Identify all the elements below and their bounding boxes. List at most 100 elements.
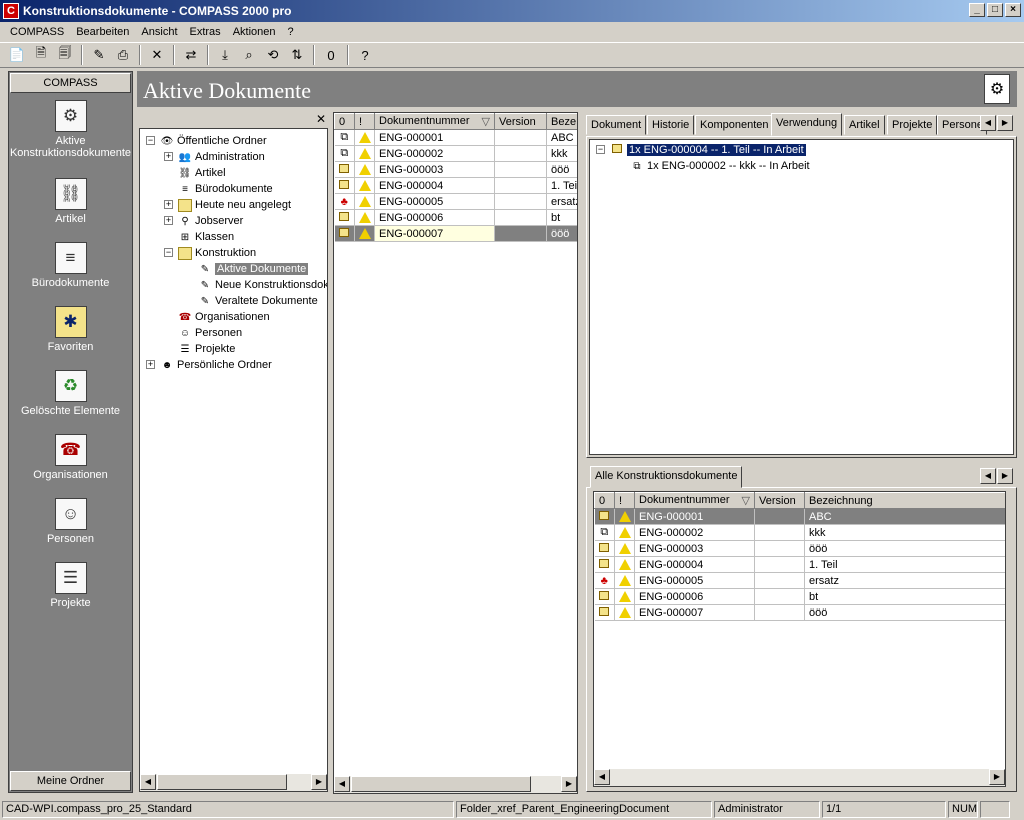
tree-item-persons[interactable]: ☺ Personen [178, 325, 242, 341]
table-row[interactable]: ENG-000006 bt [594, 588, 1005, 605]
table-row-selected[interactable]: ENG-000007 ööö [334, 225, 577, 242]
tree-horizontal-scrollbar[interactable]: ◀ ▶ [140, 774, 327, 791]
menu-extras[interactable]: Extras [184, 26, 227, 38]
scroll-left-button[interactable]: ◀ [140, 774, 156, 790]
scroll-right-button[interactable]: ▶ [989, 769, 1005, 785]
tab-verwendung[interactable]: Verwendung [771, 113, 843, 136]
close-button[interactable]: × [1005, 3, 1021, 17]
tabs-scroll-right-button[interactable]: ▶ [997, 115, 1013, 131]
table-row[interactable]: ♣ ENG-000005 ersatz [334, 193, 577, 210]
tree-item-public-folders[interactable]: − 👁 Öffentliche Ordner [144, 133, 267, 149]
column-attachment[interactable]: 0 [334, 113, 355, 130]
tab-all-construction-docs[interactable]: Alle Konstruktionsdokumente [590, 466, 743, 488]
tree-expander[interactable]: + [164, 216, 173, 225]
menu-aktionen[interactable]: Aktionen [227, 26, 282, 38]
tree-item-jobserver[interactable]: + ⚲ Jobserver [162, 213, 243, 229]
nav-item-favorites[interactable]: ✱ Favoriten [9, 306, 132, 353]
tab-komponenten[interactable]: Komponenten [695, 115, 774, 135]
tree-item-construction[interactable]: − Konstruktion [162, 245, 256, 261]
tree-item-new-today[interactable]: + Heute neu angelegt [162, 197, 291, 213]
tree-expander[interactable]: − [146, 136, 155, 145]
new-part-icon[interactable]: 🗎 [30, 44, 52, 66]
column-description[interactable]: Bezeichnung [804, 492, 1005, 509]
print-icon[interactable]: ⎙ [112, 44, 134, 66]
tree-item-active-documents[interactable]: ✎ Aktive Dokumente [198, 261, 309, 277]
column-version[interactable]: Version [754, 492, 805, 509]
tree-expander[interactable]: − [596, 145, 605, 154]
sync-icon[interactable]: ⇅ [286, 44, 308, 66]
document-list-horizontal-scrollbar[interactable]: ◀ ▶ [334, 776, 577, 793]
scroll-thumb[interactable] [157, 774, 287, 790]
nav-item-deleted[interactable]: ♻ Gelöschte Elemente [9, 370, 132, 417]
tab-projekte[interactable]: Projekte [887, 115, 938, 135]
tree-item-projects[interactable]: ☰ Projekte [178, 341, 236, 357]
tabs-scroll-left-button[interactable]: ◀ [980, 115, 996, 131]
bottom-tabs-scroll-left-button[interactable]: ◀ [980, 468, 996, 484]
usage-item-eng-000004[interactable]: − 1x ENG-000004 -- 1. Teil -- In Arbeit [594, 142, 807, 158]
tree-item-new-construction-docs[interactable]: ✎ Neue Konstruktionsdok [198, 277, 327, 293]
tree-expander[interactable]: + [164, 152, 173, 161]
maximize-button[interactable]: □ [987, 3, 1003, 17]
table-row[interactable]: ♣ ENG-000005 ersatz [594, 572, 1005, 589]
checkout-icon[interactable]: ⤓ [214, 44, 236, 66]
column-status[interactable]: ! [354, 113, 375, 130]
nav-item-persons[interactable]: ☺ Personen [9, 498, 132, 545]
navigation-header[interactable]: COMPASS [10, 73, 131, 93]
link-icon[interactable]: 0 [320, 44, 342, 66]
tree-item-artikel[interactable]: ⛓ Artikel [178, 165, 226, 181]
menu-compass[interactable]: COMPASS [4, 26, 70, 38]
table-row-selected[interactable]: ENG-000001 ABC [594, 508, 1005, 525]
column-version[interactable]: Version [494, 113, 547, 130]
table-row[interactable]: ⧉ ENG-000002 kkk [594, 524, 1005, 541]
nav-item-artikel[interactable]: ⛓ Artikel [9, 178, 132, 225]
edit-icon[interactable]: ✎ [88, 44, 110, 66]
tab-artikel[interactable]: Artikel [844, 115, 885, 135]
column-attachment[interactable]: 0 [594, 492, 615, 509]
tree-expander[interactable]: + [146, 360, 155, 369]
new-folder-icon[interactable]: 🗐 [54, 44, 76, 66]
column-status[interactable]: ! [614, 492, 635, 509]
tree-item-personal-folders[interactable]: + ☻ Persönliche Ordner [144, 357, 272, 373]
column-document-number[interactable]: Dokumentnummer ▽ [374, 113, 495, 130]
nav-item-projects[interactable]: ☰ Projekte [9, 562, 132, 609]
nav-item-office-documents[interactable]: ≡ Bürodokumente [9, 242, 132, 289]
menu-bearbeiten[interactable]: Bearbeiten [70, 26, 135, 38]
tree-item-classes[interactable]: ⊞ Klassen [178, 229, 234, 245]
table-row[interactable]: ENG-000004 1. Teil [594, 556, 1005, 573]
minimize-button[interactable]: _ [969, 3, 985, 17]
my-folders-button[interactable]: Meine Ordner [10, 771, 131, 791]
tree-item-administration[interactable]: + 👥 Administration [162, 149, 265, 165]
new-doc-icon[interactable]: 📄 [6, 44, 28, 66]
workflow-icon[interactable]: ⟲ [262, 44, 284, 66]
table-row[interactable]: ENG-000007 ööö [594, 604, 1005, 621]
close-tree-icon[interactable]: ✕ [316, 112, 326, 126]
column-document-number[interactable]: Dokumentnummer ▽ [634, 492, 755, 509]
table-row[interactable]: ENG-000006 bt [334, 209, 577, 226]
help-icon[interactable]: ? [354, 44, 376, 66]
delete-icon[interactable]: ✕ [146, 44, 168, 66]
menu-help[interactable]: ? [282, 26, 300, 38]
column-description[interactable]: Beze [546, 113, 577, 130]
table-row[interactable]: ENG-000004 1. Teil [334, 177, 577, 194]
tab-dokument[interactable]: Dokument [586, 115, 647, 135]
tree-expander[interactable]: + [164, 200, 173, 209]
nav-item-organizations[interactable]: ☎ Organisationen [9, 434, 132, 481]
table-row[interactable]: ENG-000003 ööö [334, 161, 577, 178]
scroll-right-button[interactable]: ▶ [311, 774, 327, 790]
tree-expander[interactable]: − [164, 248, 173, 257]
bottom-tabs-scroll-right-button[interactable]: ▶ [997, 468, 1013, 484]
usage-item-eng-000002[interactable]: ⧉ 1x ENG-000002 -- kkk -- In Arbeit [630, 158, 809, 174]
tree-item-obsolete-documents[interactable]: ✎ Veraltete Dokumente [198, 293, 318, 309]
scroll-thumb[interactable] [351, 776, 531, 792]
search-doc-icon[interactable]: ⌕ [238, 44, 260, 66]
scroll-left-button[interactable]: ◀ [594, 769, 610, 785]
table-row[interactable]: ENG-000003 ööö [594, 540, 1005, 557]
all-documents-horizontal-scrollbar[interactable]: ◀ ▶ [594, 769, 1005, 786]
nav-item-active-documents[interactable]: ⚙ Aktive Konstruktionsdokumente [9, 100, 132, 159]
menu-ansicht[interactable]: Ansicht [135, 26, 183, 38]
compare-icon[interactable]: ⇄ [180, 44, 202, 66]
table-row[interactable]: ⧉ ENG-000001 ABC [334, 129, 577, 146]
tree-item-office-documents[interactable]: ≡ Bürodokumente [178, 181, 273, 197]
scroll-right-button[interactable]: ▶ [561, 776, 577, 792]
tree-item-organizations[interactable]: ☎ Organisationen [178, 309, 270, 325]
